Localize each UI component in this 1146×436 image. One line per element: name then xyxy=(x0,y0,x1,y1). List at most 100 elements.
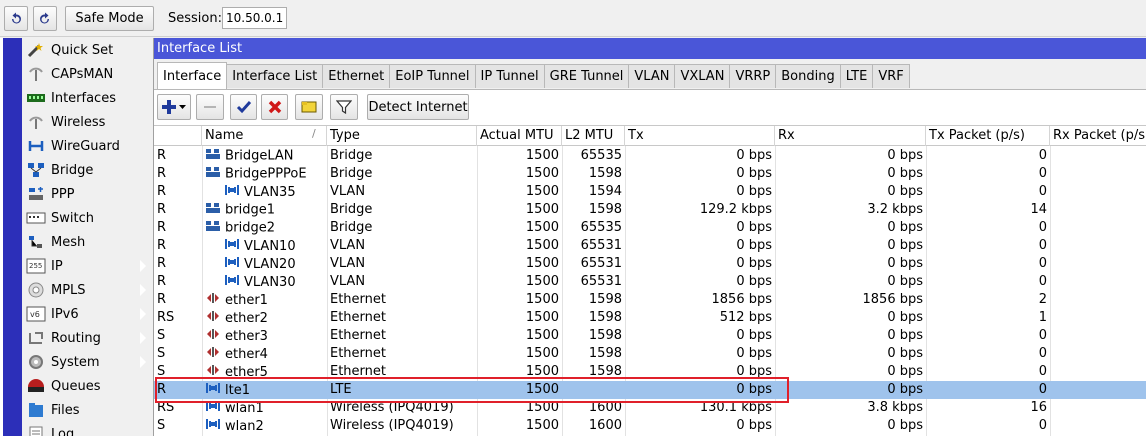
table-row[interactable]: Rlte1 LTE 1500 0 bps 0 bps 0 xyxy=(154,381,1146,399)
table-row[interactable]: R VLAN20 VLAN 1500 65531 0 bps 0 bps 0 xyxy=(154,255,1146,273)
comment-button[interactable] xyxy=(295,94,323,120)
tx-packet-cell: 0 xyxy=(1038,148,1047,163)
table-row[interactable]: Rether1 Ethernet 1500 1598 1856 bps 1856 bps 2 xyxy=(154,291,1146,309)
sidebar-item-switch[interactable]: Switch xyxy=(22,206,152,230)
tab-vrf[interactable]: VRF xyxy=(872,64,910,88)
table-row[interactable]: Rbridge2 Bridge 1500 65535 0 bps 0 bps 0 xyxy=(154,219,1146,237)
table-row[interactable]: R BridgePPPoE Bridge 1500 1598 0 bps 0 bps 0 xyxy=(154,165,1146,183)
safe-mode-button[interactable]: Safe Mode xyxy=(65,6,154,31)
tab-eoip-tunnel[interactable]: EoIP Tunnel xyxy=(389,64,476,88)
routing-icon xyxy=(26,329,46,347)
tab-ethernet[interactable]: Ethernet xyxy=(322,64,391,88)
column-header-tx[interactable]: Tx xyxy=(625,126,775,146)
ether-interface-icon xyxy=(205,327,221,345)
column-header-type[interactable]: Type xyxy=(327,126,477,146)
column-header-rx-packet-p-s-[interactable]: Rx Packet (p/s) xyxy=(1050,126,1146,146)
column-header-l2-mtu[interactable]: L2 MTU xyxy=(562,126,625,146)
tab-vlan[interactable]: VLAN xyxy=(628,64,676,88)
table-row[interactable]: R VLAN35 VLAN 1500 1594 0 bps 0 bps 0 xyxy=(154,183,1146,201)
vlan-interface-icon xyxy=(224,273,240,291)
sidebar-item-mpls[interactable]: MPLS xyxy=(22,278,152,302)
undo-button[interactable] xyxy=(4,6,28,31)
check-icon xyxy=(236,101,251,114)
column-header-flags[interactable] xyxy=(154,126,202,146)
table-row[interactable]: Sether3 Ethernet 1500 1598 0 bps 0 bps 0 xyxy=(154,327,1146,345)
tab-interface-list[interactable]: Interface List xyxy=(226,64,324,88)
tab-vrrp[interactable]: VRRP xyxy=(729,64,777,88)
type-cell: Ethernet xyxy=(330,364,386,379)
flag-cell: RS xyxy=(157,310,175,325)
ip-icon: 255 xyxy=(26,257,46,275)
flag-cell: S xyxy=(157,364,166,379)
interface-name: ether4 xyxy=(225,347,268,362)
sidebar-item-quick-set[interactable]: Quick Set xyxy=(22,38,152,62)
table-row[interactable]: R BridgeLAN Bridge 1500 65535 0 bps 0 bps 0 xyxy=(154,147,1146,165)
interface-name: ether1 xyxy=(225,293,268,308)
tab-vxlan[interactable]: VXLAN xyxy=(674,64,731,88)
comment-icon xyxy=(301,101,317,113)
sidebar-item-ip[interactable]: 255 IP xyxy=(22,254,152,278)
enable-button[interactable] xyxy=(230,94,257,120)
tx-cell: 0 bps xyxy=(736,346,772,361)
rx-cell: 0 bps xyxy=(887,364,923,379)
tab-ip-tunnel[interactable]: IP Tunnel xyxy=(474,64,545,88)
sidebar-item-wireless[interactable]: Wireless xyxy=(22,110,152,134)
disable-button[interactable] xyxy=(261,94,288,120)
sidebar-item-label: IPv6 xyxy=(51,306,79,322)
table-row[interactable]: R VLAN30 VLAN 1500 65531 0 bps 0 bps 0 xyxy=(154,273,1146,291)
filter-button[interactable] xyxy=(330,94,358,120)
sidebar-item-system[interactable]: System xyxy=(22,350,152,374)
x-icon xyxy=(268,100,281,114)
sidebar-item-mesh[interactable]: Mesh xyxy=(22,230,152,254)
type-cell: VLAN xyxy=(330,256,366,271)
sidebar-item-files[interactable]: Files xyxy=(22,398,152,422)
rx-cell: 1856 bps xyxy=(862,292,924,307)
window-title[interactable]: Interface List xyxy=(154,38,1146,59)
table-row[interactable]: RS ether2 Ethernet 1500 1598 512 bps 0 bps 1 xyxy=(154,309,1146,327)
detect-internet-button[interactable]: Detect Internet xyxy=(367,94,469,120)
sort-indicator-icon: / xyxy=(312,127,316,140)
name-cell: ether5 xyxy=(202,363,327,381)
actual-mtu-cell: 1500 xyxy=(525,400,559,415)
submenu-arrow-icon xyxy=(139,331,146,345)
table-row[interactable]: Sether4 Ethernet 1500 1598 0 bps 0 bps 0 xyxy=(154,345,1146,363)
sidebar-item-log[interactable]: Log xyxy=(22,422,152,436)
flag-cell: R xyxy=(157,202,167,217)
column-header-tx-packet-p-s-[interactable]: Tx Packet (p/s) xyxy=(926,126,1050,146)
tab-lte[interactable]: LTE xyxy=(839,64,874,88)
table-row[interactable]: Swlan2 Wireless (IPQ4019) 1500 1600 0 bps 0 b… xyxy=(154,417,1146,435)
table-row[interactable]: Sether5 Ethernet 1500 1598 0 bps 0 bps 0 xyxy=(154,363,1146,381)
sidebar-item-interfaces[interactable]: Interfaces xyxy=(22,86,152,110)
column-header-rx[interactable]: Rx xyxy=(775,126,926,146)
tx-cell: 0 bps xyxy=(736,364,772,379)
sidebar-item-wireguard[interactable]: WireGuard xyxy=(22,134,152,158)
sidebar-item-ipv6[interactable]: v6 IPv6 xyxy=(22,302,152,326)
sidebar-item-label: System xyxy=(51,354,100,370)
sidebar-item-capsman[interactable]: CAPsMAN xyxy=(22,62,152,86)
table-row[interactable]: Rbridge1 Bridge 1500 1598 129.2 kbps 3.2 kbps… xyxy=(154,201,1146,219)
tab-bar: Interface Interface List Ethernet EoIP Tunn… xyxy=(157,62,910,89)
sidebar-item-queues[interactable]: Queues xyxy=(22,374,152,398)
redo-button[interactable] xyxy=(33,6,57,31)
tx-cell: 0 bps xyxy=(736,238,772,253)
sidebar-item-bridge[interactable]: Bridge xyxy=(22,158,152,182)
files-icon xyxy=(26,401,46,419)
remove-button[interactable] xyxy=(196,94,224,120)
type-cell: Ethernet xyxy=(330,328,386,343)
mesh-icon xyxy=(26,233,46,251)
sidebar-item-ppp[interactable]: PPP xyxy=(22,182,152,206)
add-button[interactable] xyxy=(157,94,191,120)
sidebar-item-label: Queues xyxy=(51,378,101,394)
table-row[interactable]: R VLAN10 VLAN 1500 65531 0 bps 0 bps 0 xyxy=(154,237,1146,255)
session-value[interactable]: 10.50.0.1 xyxy=(222,7,288,29)
safe-mode-label: Safe Mode xyxy=(75,11,144,26)
tab-interface[interactable]: Interface xyxy=(157,62,228,89)
sidebar-item-routing[interactable]: Routing xyxy=(22,326,152,350)
table-row[interactable]: RS wlan1 Wireless (IPQ4019) 1500 1600 130.1 k… xyxy=(154,399,1146,417)
name-cell: ether1 xyxy=(202,291,327,309)
tab-bonding[interactable]: Bonding xyxy=(775,64,841,88)
column-header-name[interactable]: Name xyxy=(202,126,327,146)
tx-cell: 0 bps xyxy=(736,418,772,433)
column-header-actual-mtu[interactable]: Actual MTU xyxy=(477,126,562,146)
tab-gre-tunnel[interactable]: GRE Tunnel xyxy=(543,64,630,88)
